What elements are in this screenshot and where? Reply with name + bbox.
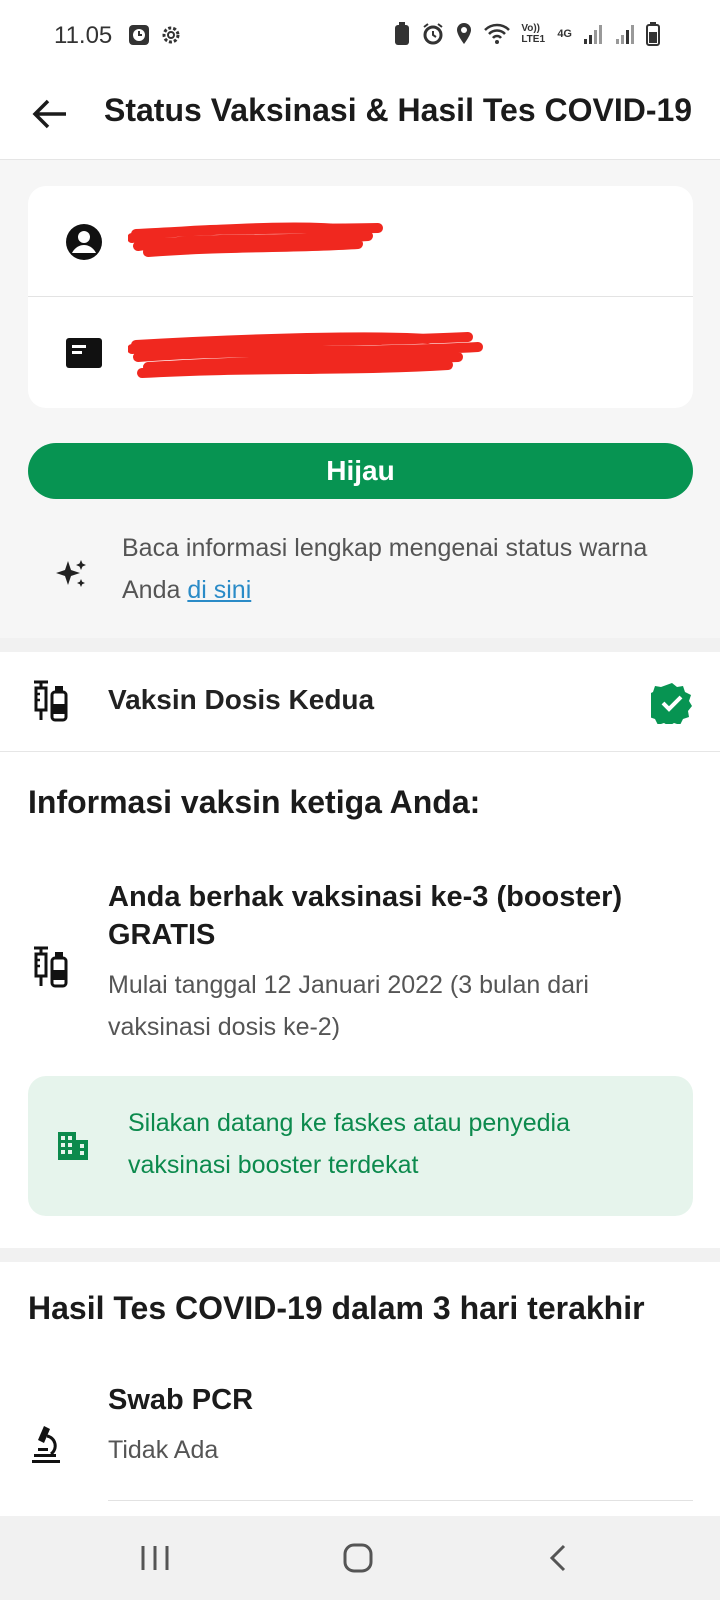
test-value: Tidak Ada bbox=[108, 1436, 219, 1464]
home-icon[interactable] bbox=[338, 1540, 378, 1576]
status-info-text: Baca informasi lengkap mengenai status w… bbox=[122, 527, 682, 611]
network-4g-label: 4G bbox=[557, 28, 572, 40]
identity-name-row bbox=[28, 186, 693, 297]
signal-strength-2-icon bbox=[616, 25, 634, 44]
back-arrow-icon[interactable] bbox=[30, 94, 70, 134]
alarm-icon bbox=[423, 23, 443, 45]
section-divider bbox=[0, 1248, 720, 1262]
system-nav-bar bbox=[0, 1516, 720, 1600]
test-name: Swab PCR bbox=[108, 1384, 254, 1416]
battery-saver-icon bbox=[395, 22, 410, 45]
booster-subtext: Mulai tanggal 12 Januari 2022 (3 bulan d… bbox=[108, 971, 589, 1041]
identity-id-row bbox=[28, 297, 693, 408]
app-bar: Status Vaksinasi & Hasil Tes COVID-19 bbox=[0, 72, 720, 160]
sparkle-icon bbox=[56, 560, 86, 587]
test-result-item[interactable]: Swab PCR Tidak Ada bbox=[0, 1384, 720, 1502]
building-icon bbox=[58, 1132, 88, 1160]
signal-strength-icon bbox=[584, 25, 602, 44]
microscope-icon bbox=[32, 1426, 60, 1463]
page-title: Status Vaksinasi & Hasil Tes COVID-19 bbox=[104, 92, 693, 128]
status-time: 11.05 bbox=[54, 22, 113, 49]
info-link[interactable]: di sini bbox=[187, 576, 251, 604]
status-bar: 11.05 Vo)) LTE1 4G bbox=[0, 0, 720, 72]
redacted-id-scribble bbox=[128, 332, 483, 378]
status-left-icons bbox=[128, 24, 182, 46]
list-divider bbox=[108, 1500, 693, 1501]
booster-headline: Anda berhak vaksinasi ke-3 (booster) GRA… bbox=[108, 881, 623, 951]
test-results-title: Hasil Tes COVID-19 dalam 3 hari terakhir bbox=[28, 1290, 645, 1326]
vaccine-vial-icon bbox=[34, 680, 68, 722]
verified-check-icon bbox=[651, 683, 692, 724]
section-divider bbox=[0, 638, 720, 652]
settings-gear-icon bbox=[162, 26, 180, 44]
vaccine-dose-label: Vaksin Dosis Kedua bbox=[108, 684, 375, 715]
clock-app-icon bbox=[129, 25, 149, 45]
back-nav-icon[interactable] bbox=[540, 1540, 580, 1576]
id-card-icon bbox=[66, 338, 102, 368]
status-summary-section: Hijau Baca informasi lengkap mengenai st… bbox=[0, 160, 720, 638]
wifi-icon bbox=[484, 23, 511, 44]
status-right-icons: Vo)) LTE1 4G bbox=[393, 22, 660, 46]
booster-notice-text: Silakan datang ke faskes atau penyedia v… bbox=[128, 1109, 570, 1179]
recent-apps-icon[interactable] bbox=[135, 1540, 175, 1576]
battery-icon bbox=[646, 22, 660, 46]
identity-card bbox=[28, 186, 693, 408]
vaccine-dose-row[interactable]: Vaksin Dosis Kedua bbox=[0, 652, 720, 752]
status-info-row: Baca informasi lengkap mengenai status w… bbox=[0, 515, 720, 638]
booster-section-title: Informasi vaksin ketiga Anda: bbox=[28, 784, 481, 820]
status-color-badge: Hijau bbox=[28, 443, 693, 499]
booster-notice-box: Silakan datang ke faskes atau penyedia v… bbox=[28, 1076, 693, 1216]
location-icon bbox=[457, 23, 472, 44]
account-circle-icon bbox=[66, 224, 102, 260]
volte-label: Vo)) LTE1 bbox=[521, 23, 546, 45]
redacted-name-scribble bbox=[128, 222, 383, 257]
vaccine-vial-icon bbox=[34, 946, 68, 988]
